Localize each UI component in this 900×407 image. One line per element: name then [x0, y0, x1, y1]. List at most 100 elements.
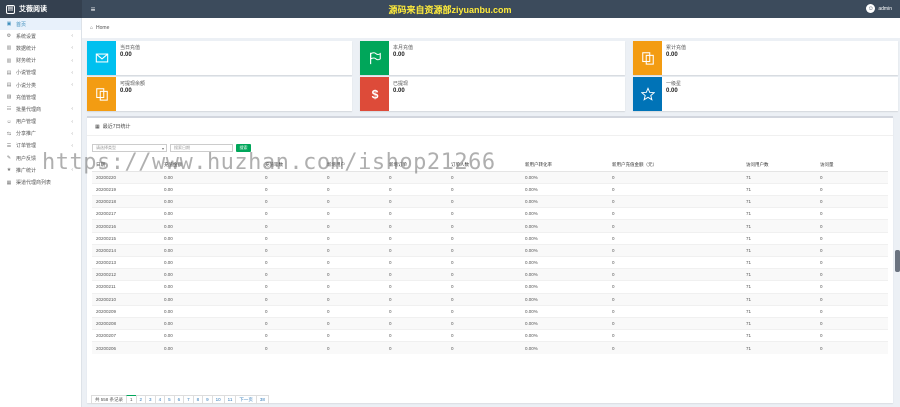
- table-cell: 0: [608, 292, 742, 306]
- table-cell: 0: [323, 170, 385, 184]
- column-header[interactable]: 新增订单: [385, 159, 447, 172]
- sidebar-item[interactable]: ▨ 充值管理: [0, 91, 81, 103]
- table-cell: 0: [447, 231, 521, 245]
- table-cell: 0: [323, 292, 385, 306]
- table-cell: 71: [742, 195, 816, 208]
- table-cell: 0.00%: [521, 280, 608, 294]
- table-cell: 0: [385, 195, 447, 208]
- table-cell: 0: [608, 329, 742, 342]
- scrollbar-thumb[interactable]: [895, 250, 900, 272]
- column-header[interactable]: 充值金额: [160, 159, 261, 172]
- book-logo-icon: ▤: [6, 4, 15, 14]
- sidebar-item-label: 小说管理: [16, 70, 37, 77]
- stat-value: 0.00: [120, 88, 132, 94]
- sidebar-item[interactable]: ✎ 用户反馈: [0, 152, 81, 164]
- column-header[interactable]: 访问用户数: [742, 159, 816, 172]
- column-header[interactable]: 订单人数: [447, 159, 521, 172]
- table-cell: 20200219: [92, 182, 160, 196]
- table-cell: 0: [323, 280, 385, 294]
- user-menu[interactable]: ☺ admin: [866, 4, 892, 13]
- sidebar-item[interactable]: ★ 推广统计 ‹: [0, 164, 81, 176]
- svg-text:$: $: [371, 87, 378, 101]
- table-cell: 0: [447, 195, 521, 208]
- table-row: 20200220 0.00 0 0 0 0 0.00% 0 71 0: [92, 170, 888, 184]
- sidebar-item[interactable]: ▥ 财务统计 ‹: [0, 55, 81, 67]
- pagination-summary: 共 558 条记录: [91, 395, 128, 404]
- sidebar-item[interactable]: ⇆ 分享推广 ‹: [0, 128, 81, 140]
- sidebar-item[interactable]: ☰ 订单管理 ‹: [0, 140, 81, 152]
- sidebar-item[interactable]: ▣ 首页: [0, 18, 81, 31]
- panel-title: 最近7日统计: [102, 124, 131, 130]
- table-cell: 0: [261, 329, 323, 342]
- next-page-button[interactable]: 下一页: [235, 395, 257, 404]
- table-cell: 0: [323, 195, 385, 208]
- column-header[interactable]: 访问量: [816, 159, 888, 172]
- breadcrumb: ⌂ Home: [82, 18, 900, 38]
- table-cell: 0: [608, 231, 742, 245]
- sidebar-item-label: 系统设置: [16, 33, 37, 40]
- table-cell: 20200215: [92, 231, 160, 245]
- column-header[interactable]: 新用户转化率: [521, 159, 608, 172]
- column-header[interactable]: 充值笔数: [261, 159, 323, 172]
- sidebar-item[interactable]: ☺ 用户管理 ‹: [0, 116, 81, 128]
- column-header[interactable]: 新增用户: [323, 159, 385, 172]
- table-cell: 0: [261, 243, 323, 257]
- share-icon: ⇆: [6, 130, 12, 137]
- table-cell: 71: [742, 329, 816, 342]
- top-banner: 源码来自资源部ziyuanbu.com: [388, 5, 512, 15]
- table-cell: 0: [261, 207, 323, 220]
- table-cell: 0: [261, 292, 323, 306]
- table-cell: 0: [447, 316, 521, 330]
- sidebar-item-label: 财务统计: [16, 58, 37, 65]
- search-button[interactable]: 搜索: [236, 144, 251, 152]
- sidebar-item[interactable]: ▦ 渠道代理商列表: [0, 176, 81, 188]
- sidebar-item-label: 批量代理商: [16, 106, 42, 113]
- brand[interactable]: ▤ 艾薇阅读: [0, 0, 82, 18]
- last-page-button[interactable]: 38: [255, 395, 269, 404]
- date-search-input[interactable]: 搜索日期: [170, 144, 233, 152]
- stats-table: 日期 充值金额 充值笔数 新增用户 新增订单 订单人数 新用户转化率 新用户充值金额（元） 访问…: [92, 159, 888, 354]
- table-cell: 0: [608, 243, 742, 257]
- sidebar-item[interactable]: ▥ 数据统计 ‹: [0, 42, 81, 54]
- table-cell: 0: [261, 304, 323, 318]
- column-header[interactable]: 日期: [92, 159, 160, 172]
- home-icon: ▣: [6, 21, 12, 28]
- table-cell: 0.00%: [521, 207, 608, 220]
- table-cell: 0: [385, 280, 447, 294]
- sidebar-item[interactable]: ▤ 小说管理 ‹: [0, 67, 81, 79]
- table-cell: 20200207: [92, 329, 160, 342]
- stat-box: 累计充值 0.00: [633, 41, 898, 75]
- table-cell: 0: [608, 219, 742, 233]
- sidebar-item[interactable]: ⚙ 系统设置 ‹: [0, 30, 81, 42]
- dollar-icon: $: [360, 77, 389, 111]
- breadcrumb-home[interactable]: Home: [96, 25, 109, 31]
- table-cell: 0.00: [160, 268, 261, 281]
- table-cell: 20200206: [92, 341, 160, 354]
- type-select[interactable]: 请选择类型 ▾: [92, 144, 167, 152]
- home-icon: ⌂: [90, 25, 94, 31]
- table-cell: 0.00%: [521, 231, 608, 245]
- stat-text: 本月充值 0.00: [389, 41, 413, 75]
- table-cell: 0: [261, 195, 323, 208]
- table-cell: 71: [742, 280, 816, 294]
- sidebar-item[interactable]: ☷ 批量代理商 ‹: [0, 103, 81, 115]
- stat-text: 累计充值 0.00: [662, 41, 686, 75]
- sidebar-item-label: 首页: [16, 21, 27, 28]
- table-cell: 0.00: [160, 182, 261, 196]
- stat-label: 当日充值: [120, 45, 141, 51]
- table-cell: 0.00: [160, 219, 261, 233]
- table-cell: 71: [742, 207, 816, 220]
- menu-toggle-icon[interactable]: ≡: [88, 5, 98, 14]
- sidebar-item-label: 渠道代理商列表: [16, 180, 52, 187]
- table-row: 20200206 0.00 0 0 0 0 0.00% 0 71 0: [92, 341, 888, 354]
- table-cell: 71: [742, 231, 816, 245]
- table-cell: 0: [816, 316, 888, 330]
- table-cell: 0: [261, 255, 323, 269]
- table-cell: 0: [261, 341, 323, 354]
- sidebar-item[interactable]: ▤ 小说分类 ‹: [0, 79, 81, 91]
- table-cell: 0: [261, 231, 323, 245]
- table-cell: 0.00: [160, 304, 261, 318]
- column-header[interactable]: 新用户充值金额（元）: [608, 159, 742, 172]
- stat-value: 0.00: [666, 52, 678, 58]
- table-row: 20200215 0.00 0 0 0 0 0.00% 0 71 0: [92, 231, 888, 245]
